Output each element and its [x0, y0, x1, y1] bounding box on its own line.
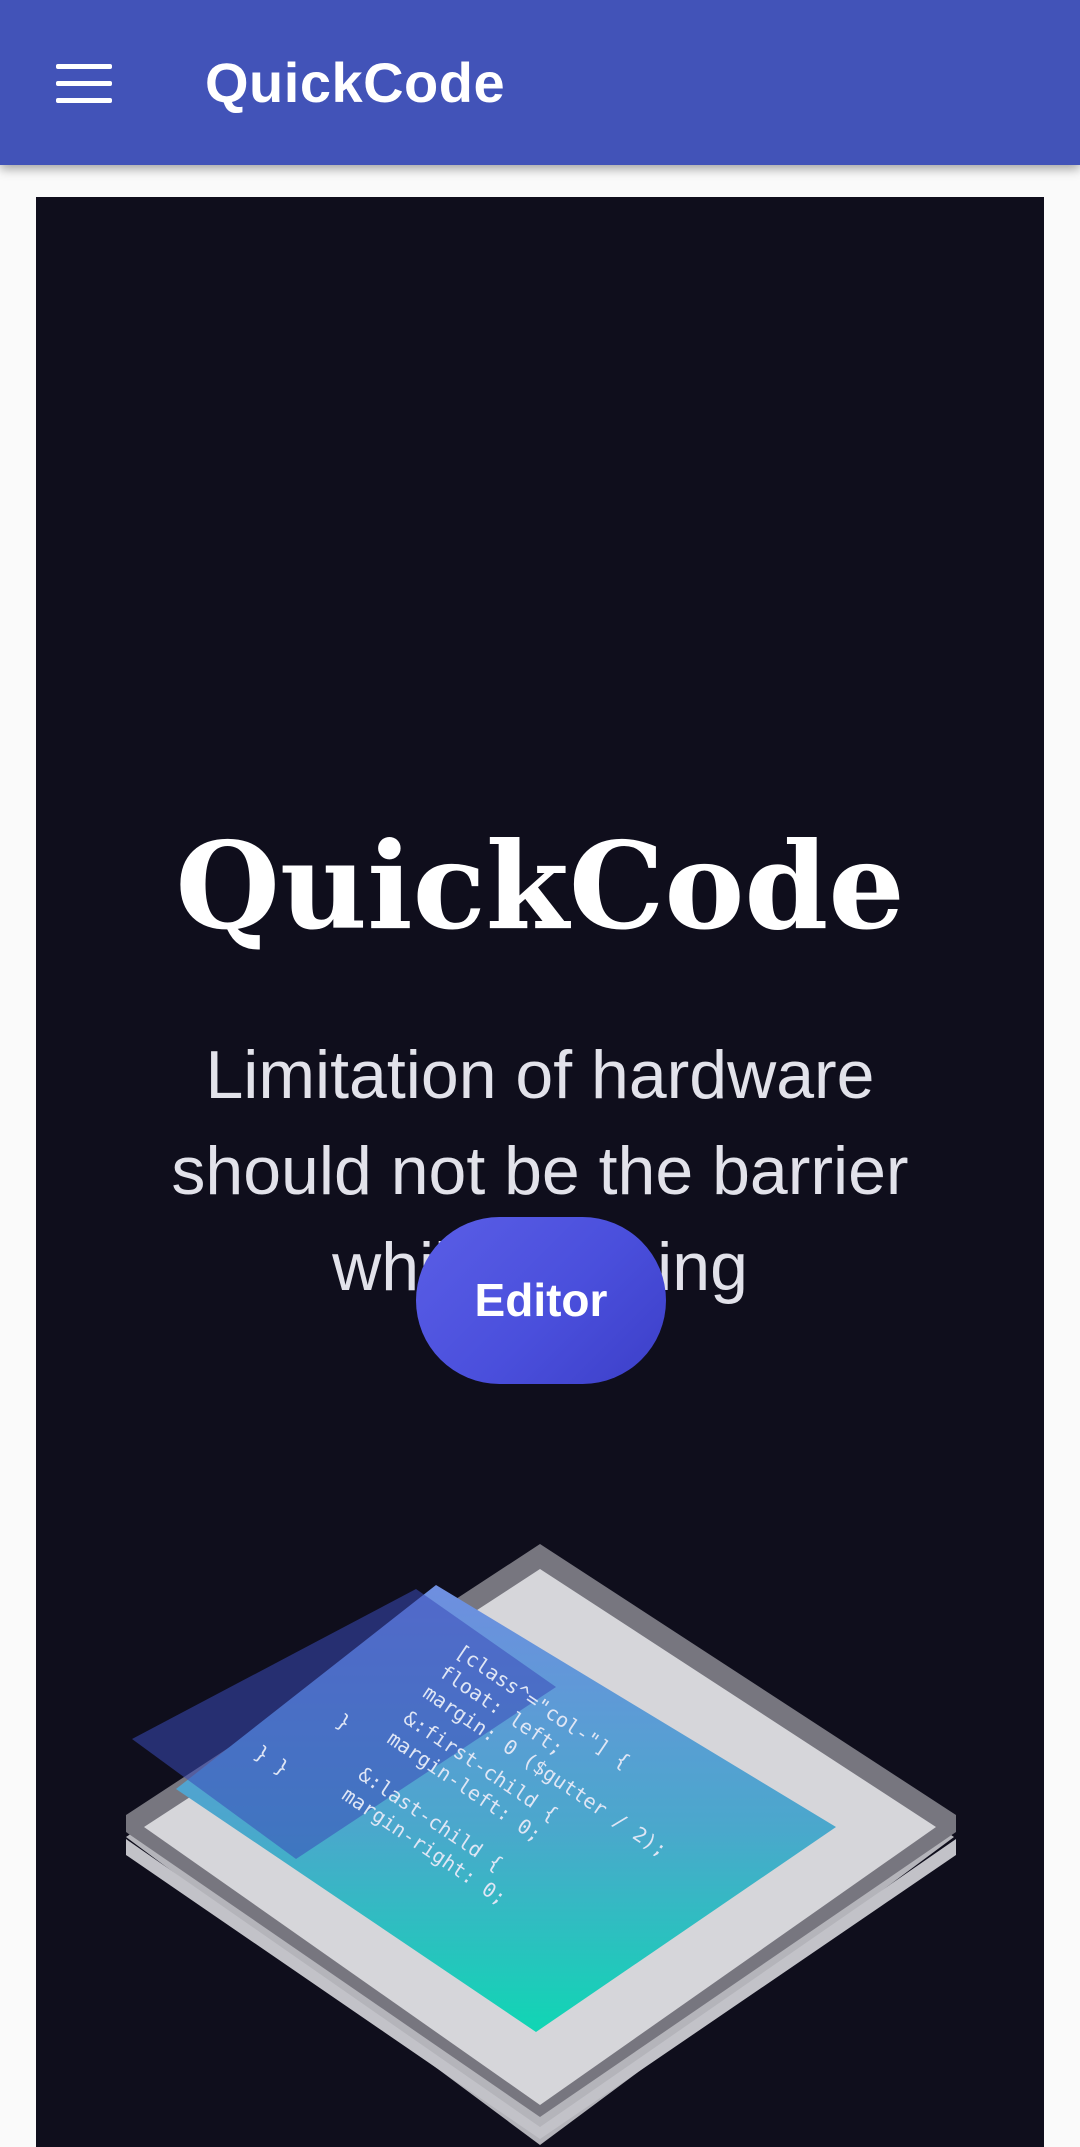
- app-title: QuickCode: [205, 51, 506, 114]
- code-tablet-illustration: [class^="col-"] { float: left; margin: 0…: [126, 1544, 956, 2145]
- hero-section: QuickCode Limitation of hardware should …: [36, 197, 1044, 2147]
- app-bar: QuickCode: [0, 0, 1080, 165]
- hamburger-menu-icon[interactable]: [44, 50, 124, 116]
- editor-button[interactable]: Editor: [416, 1217, 666, 1384]
- hero-title: QuickCode: [175, 816, 905, 957]
